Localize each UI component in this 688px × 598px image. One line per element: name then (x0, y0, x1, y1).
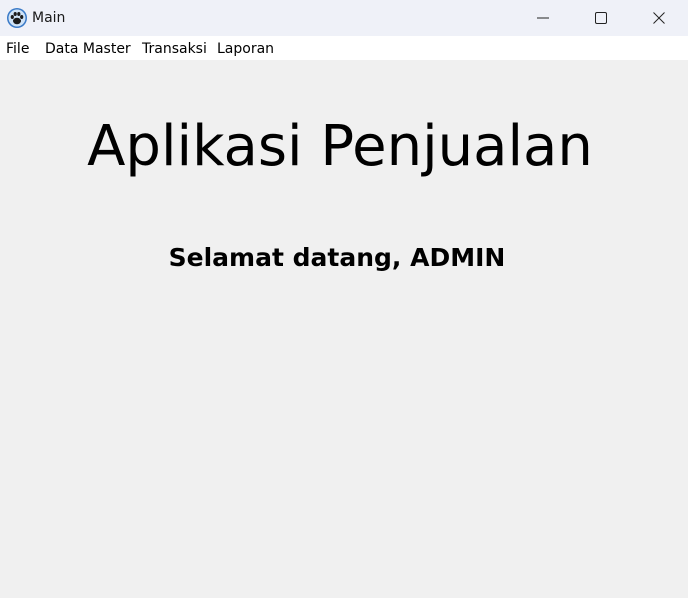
close-icon (653, 12, 665, 24)
menu-file[interactable]: File (6, 40, 29, 58)
minimize-icon (537, 17, 549, 19)
close-button[interactable] (630, 0, 688, 36)
paw-icon[interactable] (6, 7, 28, 29)
main-content: Aplikasi Penjualan Selamat datang, ADMIN (0, 60, 688, 598)
minimize-button[interactable] (514, 0, 572, 36)
menu-bar: File Data Master Transaksi Laporan (0, 36, 688, 60)
menu-data-master[interactable]: Data Master (45, 40, 131, 58)
app-heading: Aplikasi Penjualan (87, 114, 593, 179)
window-title: Main (32, 10, 66, 26)
maximize-button[interactable] (572, 0, 630, 36)
welcome-message: Selamat datang, ADMIN (168, 243, 506, 272)
app-window: Main File Data Master Transaksi Laporan … (0, 0, 688, 598)
maximize-icon (595, 12, 607, 24)
title-bar[interactable]: Main (0, 0, 688, 36)
menu-transaksi[interactable]: Transaksi (142, 40, 207, 58)
menu-laporan[interactable]: Laporan (217, 40, 274, 58)
